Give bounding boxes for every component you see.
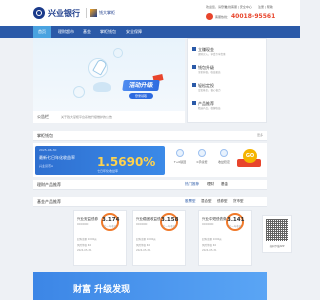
logo-divider: [86, 8, 87, 18]
support-link[interactable]: 在线客服 | 安全中心: [225, 5, 252, 9]
register-link[interactable]: 注册 | 帮助: [258, 5, 273, 9]
promo-banner[interactable]: 活动升级 登录领取 公告栏 关于钱大掌柜平台系统升级维护的公告: [33, 38, 185, 123]
rate-date: 2025-06-30: [39, 148, 57, 152]
product-rate-label: 近一年收益: [228, 225, 242, 228]
promo-graphic: 活动升级 登录领取: [122, 74, 164, 102]
qr-code-panel: 扫码下载APP: [262, 215, 292, 253]
product-code: 000000: [202, 222, 214, 226]
tab-money[interactable]: 货币型: [233, 199, 244, 204]
product-rate: 3.158: [161, 217, 179, 223]
product-date: 2024-05-31: [136, 249, 151, 252]
nav-item-security[interactable]: 安全保障: [122, 26, 146, 38]
phone-icon: [206, 13, 213, 20]
list-item-desc: 精选产品，稳健收益: [198, 107, 221, 110]
tab-bond[interactable]: 债券型: [217, 199, 228, 204]
fund-section-header: 基金产品推荐 股票型 混合型 债券型 货币型: [33, 197, 267, 207]
product-code: 000000: [77, 222, 89, 226]
chart-icon: [220, 149, 228, 157]
nav-item-funds[interactable]: 基金: [80, 26, 94, 38]
go-coin-button[interactable]: GO: [237, 147, 261, 171]
promo-title: 活动升级: [122, 80, 160, 91]
product-rate: 3.174: [102, 217, 120, 223]
product-risk: 风险等级 R2: [77, 244, 92, 247]
product-rate: 3.141: [227, 217, 245, 223]
qr-code-icon: [266, 219, 288, 241]
product-logo-icon: [90, 9, 97, 17]
section-title: 基金产品推荐: [37, 199, 61, 204]
tab-funds[interactable]: 基金: [221, 182, 228, 187]
nav-item-home[interactable]: 首页: [33, 26, 51, 38]
hand-illustration: [93, 82, 111, 92]
finance-section-header: 理财产品推荐 热门推荐 理财 基金: [33, 180, 267, 190]
promo-login-button[interactable]: 登录领取: [129, 93, 153, 99]
wallet-description: 最新七日年化收益率: [39, 155, 75, 160]
product-date: 2024-05-31: [202, 249, 217, 252]
product-date: 2024-05-31: [77, 249, 92, 252]
hotline-number: 40018-95561: [231, 13, 276, 20]
product-min-amount: 起购金额 1000元: [202, 238, 222, 241]
product-name: 钱大掌柜: [99, 10, 115, 15]
nav-item-wallet[interactable]: 掌柜钱包: [96, 26, 120, 38]
product-card[interactable]: 兴业安益债券 000000 3.174 近一年收益 起购金额 1000元 风险等…: [73, 210, 127, 266]
top-header: 兴业银行 钱大掌柜 欢迎您，请登录 在线客服 | 安全中心 注册 | 帮助 客服…: [0, 0, 300, 26]
feature-label: 0手续费: [196, 160, 208, 164]
tab-mixed[interactable]: 混合型: [201, 199, 212, 204]
list-item-desc: 理财买入，享受专享优惠: [198, 53, 226, 56]
product-min-amount: 起购金额 1000元: [136, 238, 156, 241]
product-min-amount: 起购金额 1000元: [77, 238, 97, 241]
bubble-decoration: [73, 86, 85, 98]
wallet-card[interactable]: 2025-06-30 最新七日年化收益率 兴业货币A 1.5690% 七日年化收…: [35, 146, 165, 175]
product-code: 000000: [136, 222, 148, 226]
bullet-icon: [192, 83, 196, 87]
bubble-decoration: [113, 48, 123, 58]
wallet-rate: 1.5690%: [97, 155, 156, 169]
tab-stock[interactable]: 股票型: [185, 199, 196, 204]
product-rate-label: 近一年收益: [162, 225, 176, 228]
main-nav: 首页 理财超市 基金 掌柜钱包 安全保障: [0, 26, 300, 38]
wallet-rate-label: 七日年化收益率: [97, 169, 119, 173]
feature-list-panel: 立赚现金 理财买入，享受专享优惠 钱包升级 全新升级，收益更高 轻松定投 定投基…: [187, 38, 267, 123]
tab-finance[interactable]: 理财: [207, 182, 214, 187]
bottom-banner-text: 财富 升级发现: [73, 285, 131, 295]
product-card[interactable]: 兴业中短债债券 000000 3.141 近一年收益 起购金额 1000元 风险…: [198, 210, 252, 266]
bottom-banner[interactable]: 财富 升级发现: [33, 272, 267, 300]
qr-label: 扫码下载APP: [269, 245, 285, 248]
more-link[interactable]: 更多: [257, 133, 263, 137]
product-risk: 风险等级 R2: [202, 244, 217, 247]
section-title: 理财产品推荐: [37, 182, 61, 187]
coin-icon: GO: [243, 149, 257, 163]
tab-hot[interactable]: 热门推荐: [185, 182, 199, 187]
coin-icon: [198, 149, 206, 157]
announcement-text[interactable]: 关于钱大掌柜平台系统升级维护的公告: [61, 115, 112, 119]
section-title: 掌柜钱包: [37, 133, 53, 138]
nav-item-finance-market[interactable]: 理财超市: [54, 26, 78, 38]
product-rate-label: 近一年收益: [103, 225, 117, 228]
wallet-fund-name: 兴业货币A: [39, 164, 54, 168]
bank-logo-icon[interactable]: [33, 7, 45, 19]
wallet-panel: 2025-06-30 最新七日年化收益率 兴业货币A 1.5690% 七日年化收…: [33, 143, 267, 177]
announcement-label: 公告栏: [37, 114, 49, 119]
product-card[interactable]: 兴业稳固收益债券 000000 3.158 近一年收益 起购金额 1000元 风…: [132, 210, 186, 266]
feature-label: T+0赎回: [173, 160, 187, 164]
list-item-desc: 定投基金，省心省力: [198, 89, 221, 92]
product-risk: 风险等级 R2: [136, 244, 151, 247]
bullet-icon: [192, 101, 196, 105]
bullet-icon: [192, 47, 196, 51]
clock-icon: [176, 149, 184, 157]
phone-label: 客服热线：: [215, 15, 231, 19]
login-link[interactable]: 欢迎您，请登录: [206, 5, 227, 9]
wallet-section-header: 掌柜钱包 更多: [33, 131, 267, 141]
feature-label: 收益稳定: [217, 160, 230, 164]
bullet-icon: [192, 65, 196, 69]
bank-name[interactable]: 兴业银行: [48, 8, 80, 19]
list-item-desc: 全新升级，收益更高: [198, 71, 221, 74]
